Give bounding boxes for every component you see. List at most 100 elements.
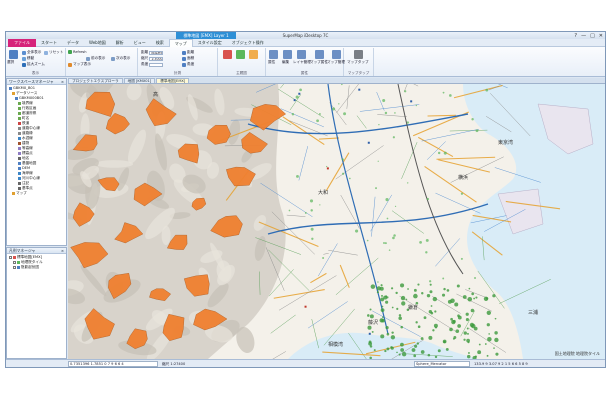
road-line (435, 238, 461, 267)
tab-search[interactable]: 検索 (151, 39, 169, 47)
vegetation-dot (484, 343, 487, 345)
map-properties-icon[interactable] (315, 50, 324, 59)
scale-select[interactable]: 縮尺 1:3000 (141, 56, 164, 61)
vegetation-dot (420, 337, 424, 340)
vegetation-dot (404, 90, 407, 93)
vegetation-dot (398, 316, 402, 320)
map-manager-icon[interactable] (332, 50, 341, 59)
attribute-icon[interactable] (269, 50, 278, 59)
chart-icon[interactable] (236, 50, 245, 59)
angle-field[interactable]: 角度 (141, 62, 164, 67)
poi-marker (304, 305, 307, 308)
reset-button[interactable]: リセット (44, 50, 63, 55)
tab-file[interactable]: ファイル (8, 38, 36, 47)
minimize-icon[interactable]: — (581, 33, 586, 39)
vegetation-dot (382, 316, 384, 318)
status-extra: 133.9 9 3.07 9 2 1 5 6 6 5 8 9 (474, 362, 528, 366)
zoom-button[interactable]: 拡大ズーム (22, 62, 45, 67)
magnifier-icon (22, 62, 26, 67)
pan-button[interactable]: 移動 (22, 56, 34, 61)
tab-project-explorer[interactable]: プロジェクトエクスプローラ (68, 78, 123, 83)
next-view-button[interactable]: 次の表示 (111, 56, 130, 61)
vegetation-dot (437, 151, 441, 155)
ribbon-group-attribute: 属性 編集 レイヤ管理 マップ属性 マップ管理 属性 (266, 48, 345, 76)
theme-icon[interactable] (223, 50, 232, 59)
vegetation-dot (425, 238, 429, 242)
fullmap-button[interactable]: マップ表示 (68, 62, 91, 67)
tree-item[interactable]: マップ (9, 191, 66, 196)
prev-view-button[interactable]: 前の表示 (86, 56, 105, 61)
maximize-icon[interactable]: □ (590, 33, 595, 39)
vegetation-dot (416, 342, 420, 345)
angle-button[interactable]: 角度 (182, 62, 194, 67)
vegetation-dot (380, 284, 383, 287)
checkbox-icon[interactable] (9, 256, 12, 259)
layer-list: 標準地図[EMX] 地理院タイル 陰影起伏図 (7, 254, 66, 270)
forward-icon (111, 56, 115, 61)
tab-analysis[interactable]: 解析 (111, 39, 129, 47)
vegetation-dot (343, 112, 347, 116)
close-icon[interactable]: ✕ (599, 33, 603, 39)
vegetation-dot (443, 340, 446, 344)
tab-map[interactable]: マップ (168, 38, 193, 47)
vegetation-dot (415, 321, 418, 324)
layer-item[interactable]: 陰影起伏図 (9, 265, 66, 270)
vegetation-dot (375, 187, 377, 190)
help-icon[interactable]: ? (574, 33, 577, 39)
road-line (280, 84, 285, 89)
map-place-label: 大和 (318, 189, 328, 196)
refresh-button[interactable]: Refresh (68, 50, 87, 54)
vegetation-dot (355, 229, 359, 233)
checkbox-icon[interactable] (13, 261, 16, 264)
edit-icon[interactable] (283, 50, 292, 59)
projection-field[interactable]: Sphere_Mercator (414, 361, 470, 367)
close-icon[interactable]: × (61, 248, 64, 254)
road-line (449, 129, 488, 132)
tab-webmap[interactable]: Web地図 (84, 39, 111, 47)
workspace-panel: ワークスペースマネージャ × GBKMX_B01 データソース GBKMX00B01 境… (6, 78, 67, 246)
tab-start[interactable]: スタート (36, 39, 62, 47)
edit-button-label: 編集 (282, 60, 290, 64)
tab-object[interactable]: オブジェクト操作 (227, 39, 269, 47)
tab-map-kmx[interactable]: 地図 [KMX01] (123, 78, 156, 83)
map-canvas[interactable]: 高東京湾 横浜 大和 鎌倉 相模湾 藤沢 三浦 国土地理院 地理院タイル (68, 84, 605, 359)
tab-standard-map[interactable]: 標準地図[EMX] (156, 78, 190, 83)
vegetation-dot (341, 84, 343, 86)
close-icon[interactable]: × (61, 79, 64, 85)
vegetation-dot (316, 119, 319, 123)
vegetation-dot (434, 326, 437, 329)
road-line (418, 136, 454, 158)
vegetation-dot (414, 344, 418, 348)
area-button[interactable]: 面積 (182, 56, 194, 61)
road-line (328, 249, 358, 256)
vegetation-dot (492, 294, 496, 298)
vegetation-dot (495, 352, 499, 356)
road-line (424, 165, 477, 203)
vegetation-dot (296, 174, 299, 178)
layer-icon (17, 261, 20, 264)
vegetation-dot (386, 347, 390, 351)
tab-view[interactable]: ビュー (129, 39, 151, 47)
vegetation-dot (398, 353, 401, 356)
back-icon (86, 56, 90, 61)
distance-button[interactable]: 距離 (182, 50, 194, 55)
vegetation-dot (400, 342, 404, 347)
vegetation-dot (426, 293, 431, 298)
checkbox-icon[interactable] (13, 266, 16, 269)
group-label-theme: 主題図 (236, 71, 247, 75)
map-tap-icon[interactable] (354, 50, 363, 59)
select-icon[interactable] (9, 50, 18, 59)
vegetation-dot (417, 283, 420, 286)
road-line (298, 146, 309, 181)
road-line (413, 84, 419, 87)
layer-manager-icon[interactable] (297, 50, 306, 59)
tab-data[interactable]: データ (62, 39, 84, 47)
label-icon[interactable] (249, 50, 258, 59)
tab-style[interactable]: スタイル設定 (193, 39, 227, 47)
full-extent-button[interactable]: 全体表示 (22, 50, 41, 55)
map-source-select[interactable]: 距離 標準地図 (141, 50, 164, 55)
layer-panel: 凡例マネージャ × 標準地図[EMX] 地理院タイル 陰影起伏図 (6, 247, 67, 359)
vegetation-dot (376, 291, 379, 294)
vegetation-dot (430, 311, 434, 315)
vegetation-dot (319, 113, 321, 115)
